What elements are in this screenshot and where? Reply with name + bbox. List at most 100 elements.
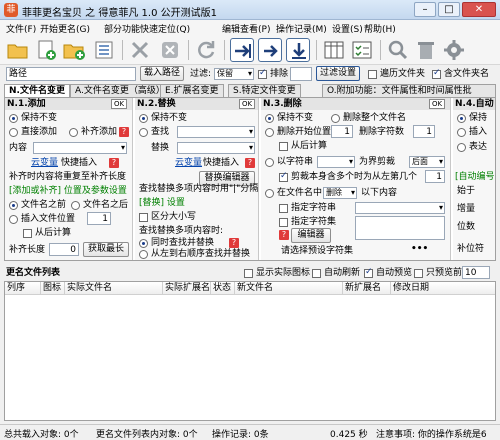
find-dropdown[interactable]: [177, 126, 255, 138]
file-list[interactable]: 列序 图标 实际文件名 实际扩展名 状态 新文件名 新扩展名 修改日期: [4, 281, 496, 421]
add-folder-icon[interactable]: [62, 38, 86, 62]
column-new-extension[interactable]: 新扩展名: [343, 282, 391, 295]
tab-filename-advanced[interactable]: A.文件名变更（高级）: [70, 84, 170, 98]
filter-input[interactable]: [290, 67, 312, 81]
list-icon[interactable]: [92, 38, 116, 62]
help-icon[interactable]: ?: [279, 230, 289, 240]
menu-start-rename[interactable]: 开始更名(G): [40, 22, 90, 35]
search-icon[interactable]: [386, 38, 410, 62]
delete-from-back-checkbox[interactable]: [279, 142, 288, 151]
variable-link[interactable]: 云变量: [175, 158, 202, 169]
menu-file[interactable]: 文件(F): [6, 22, 36, 35]
quick-insert-label[interactable]: 快捷插入: [203, 158, 239, 169]
delete-start-input[interactable]: 1: [331, 125, 353, 138]
get-longest-button[interactable]: 获取最长: [83, 242, 129, 257]
nth-input[interactable]: 1: [425, 170, 445, 183]
find-radio[interactable]: [139, 128, 148, 137]
by-char-dropdown[interactable]: [317, 156, 355, 168]
after-name-radio[interactable]: [71, 201, 80, 210]
arrow-down-icon[interactable]: [286, 38, 310, 62]
close-button[interactable]: ✕: [462, 2, 496, 17]
delete-icon[interactable]: [128, 38, 152, 62]
specify-string-dropdown[interactable]: [355, 202, 445, 214]
open-folder-icon[interactable]: [6, 38, 30, 62]
column-new-filename[interactable]: 新文件名: [235, 282, 343, 295]
maximize-button[interactable]: □: [438, 2, 460, 17]
menu-help[interactable]: 帮助(H): [364, 22, 396, 35]
add-from-back-checkbox[interactable]: [23, 229, 32, 238]
auto-insert-radio[interactable]: [457, 128, 466, 137]
replace-dropdown[interactable]: [177, 142, 255, 154]
column-status[interactable]: 状态: [211, 282, 235, 295]
delete-whole-radio[interactable]: [331, 114, 340, 123]
column-filename[interactable]: 实际文件名: [65, 282, 163, 295]
column-icon[interactable]: 图标: [41, 282, 65, 295]
delete-option-dropdown[interactable]: 删除: [323, 187, 357, 199]
help-icon[interactable]: ?: [119, 127, 129, 137]
after-dropdown[interactable]: 后面: [409, 156, 445, 168]
help-icon[interactable]: ?: [109, 158, 119, 168]
tab-filename-change[interactable]: N.文件名变更: [4, 84, 70, 98]
order-replace-radio[interactable]: [139, 250, 148, 259]
menu-edit-view[interactable]: 编辑查看(P): [222, 22, 270, 35]
specify-string-checkbox[interactable]: [279, 204, 288, 213]
columns-icon[interactable]: [322, 38, 346, 62]
in-name-radio[interactable]: [265, 189, 274, 198]
minimize-button[interactable]: –: [414, 2, 436, 17]
settings-icon[interactable]: [442, 38, 466, 62]
menu-operation-log[interactable]: 操作记录(M): [276, 22, 327, 35]
refresh-icon[interactable]: [194, 38, 218, 62]
menu-quick-locate[interactable]: 部分功能快速定位(Q): [104, 22, 190, 35]
quick-insert-label[interactable]: 快捷插入: [61, 158, 97, 169]
pad-length-input[interactable]: 0: [49, 243, 79, 256]
insert-position-radio[interactable]: [9, 215, 18, 224]
tab-specific-file-change[interactable]: S.特定文件变更: [228, 84, 301, 98]
preview-count-input[interactable]: 10: [462, 266, 490, 279]
filter-exclude-checkbox[interactable]: [258, 68, 267, 79]
auto-expr-radio[interactable]: [457, 143, 466, 152]
preview-only-checkbox[interactable]: [414, 269, 423, 278]
auto-preview-checkbox[interactable]: [364, 267, 373, 278]
show-icon-checkbox[interactable]: [244, 269, 253, 278]
charset-editor-button[interactable]: 编辑器: [291, 228, 331, 243]
more-icon[interactable]: •••: [411, 244, 428, 255]
arrow-right-icon[interactable]: [258, 38, 282, 62]
help-icon[interactable]: ?: [245, 158, 255, 168]
pad-add-radio[interactable]: [69, 128, 78, 137]
sync-replace-radio[interactable]: [139, 239, 148, 248]
filter-settings-button[interactable]: 过滤设置: [316, 66, 360, 81]
auto-refresh-checkbox[interactable]: [312, 269, 321, 278]
arrow-right-icon[interactable]: [230, 38, 254, 62]
add-keep-radio[interactable]: [9, 114, 18, 123]
path-input[interactable]: 路径: [6, 67, 136, 81]
clear-icon[interactable]: [158, 38, 182, 62]
filter-keep-dropdown[interactable]: 保留: [214, 68, 254, 80]
tab-extra-functions[interactable]: O.附加功能：文件属性和时间属性批: [322, 84, 496, 98]
traverse-folder-checkbox[interactable]: [368, 70, 377, 79]
before-name-radio[interactable]: [9, 201, 18, 210]
column-index[interactable]: 列序: [5, 282, 41, 295]
add-file-icon[interactable]: [34, 38, 58, 62]
delete-start-radio[interactable]: [265, 128, 274, 137]
menu-settings[interactable]: 设置(S): [332, 22, 363, 35]
help-icon[interactable]: ?: [229, 238, 239, 248]
variable-link[interactable]: 云变量: [31, 158, 58, 169]
delete-keep-radio[interactable]: [265, 114, 274, 123]
replace-keep-radio[interactable]: [139, 114, 148, 123]
column-extension[interactable]: 实际扩展名: [163, 282, 211, 295]
direct-add-radio[interactable]: [9, 128, 18, 137]
cut-self-checkbox[interactable]: [279, 171, 288, 182]
content-dropdown[interactable]: [33, 142, 127, 154]
specify-set-checkbox[interactable]: [279, 218, 288, 227]
tab-extension-change[interactable]: E.扩展名变更: [160, 84, 224, 98]
checklist-icon[interactable]: [350, 38, 374, 62]
column-modified-date[interactable]: 修改日期: [391, 282, 495, 295]
include-foldername-checkbox[interactable]: [432, 68, 441, 79]
delete-count-input[interactable]: 1: [413, 125, 435, 138]
by-char-radio[interactable]: [265, 158, 274, 167]
insert-position-input[interactable]: 1: [87, 212, 111, 225]
trash-icon[interactable]: [414, 38, 438, 62]
specify-set-input[interactable]: [355, 216, 445, 240]
auto-keep-radio[interactable]: [457, 114, 466, 123]
load-path-button[interactable]: 载入路径: [140, 66, 184, 81]
